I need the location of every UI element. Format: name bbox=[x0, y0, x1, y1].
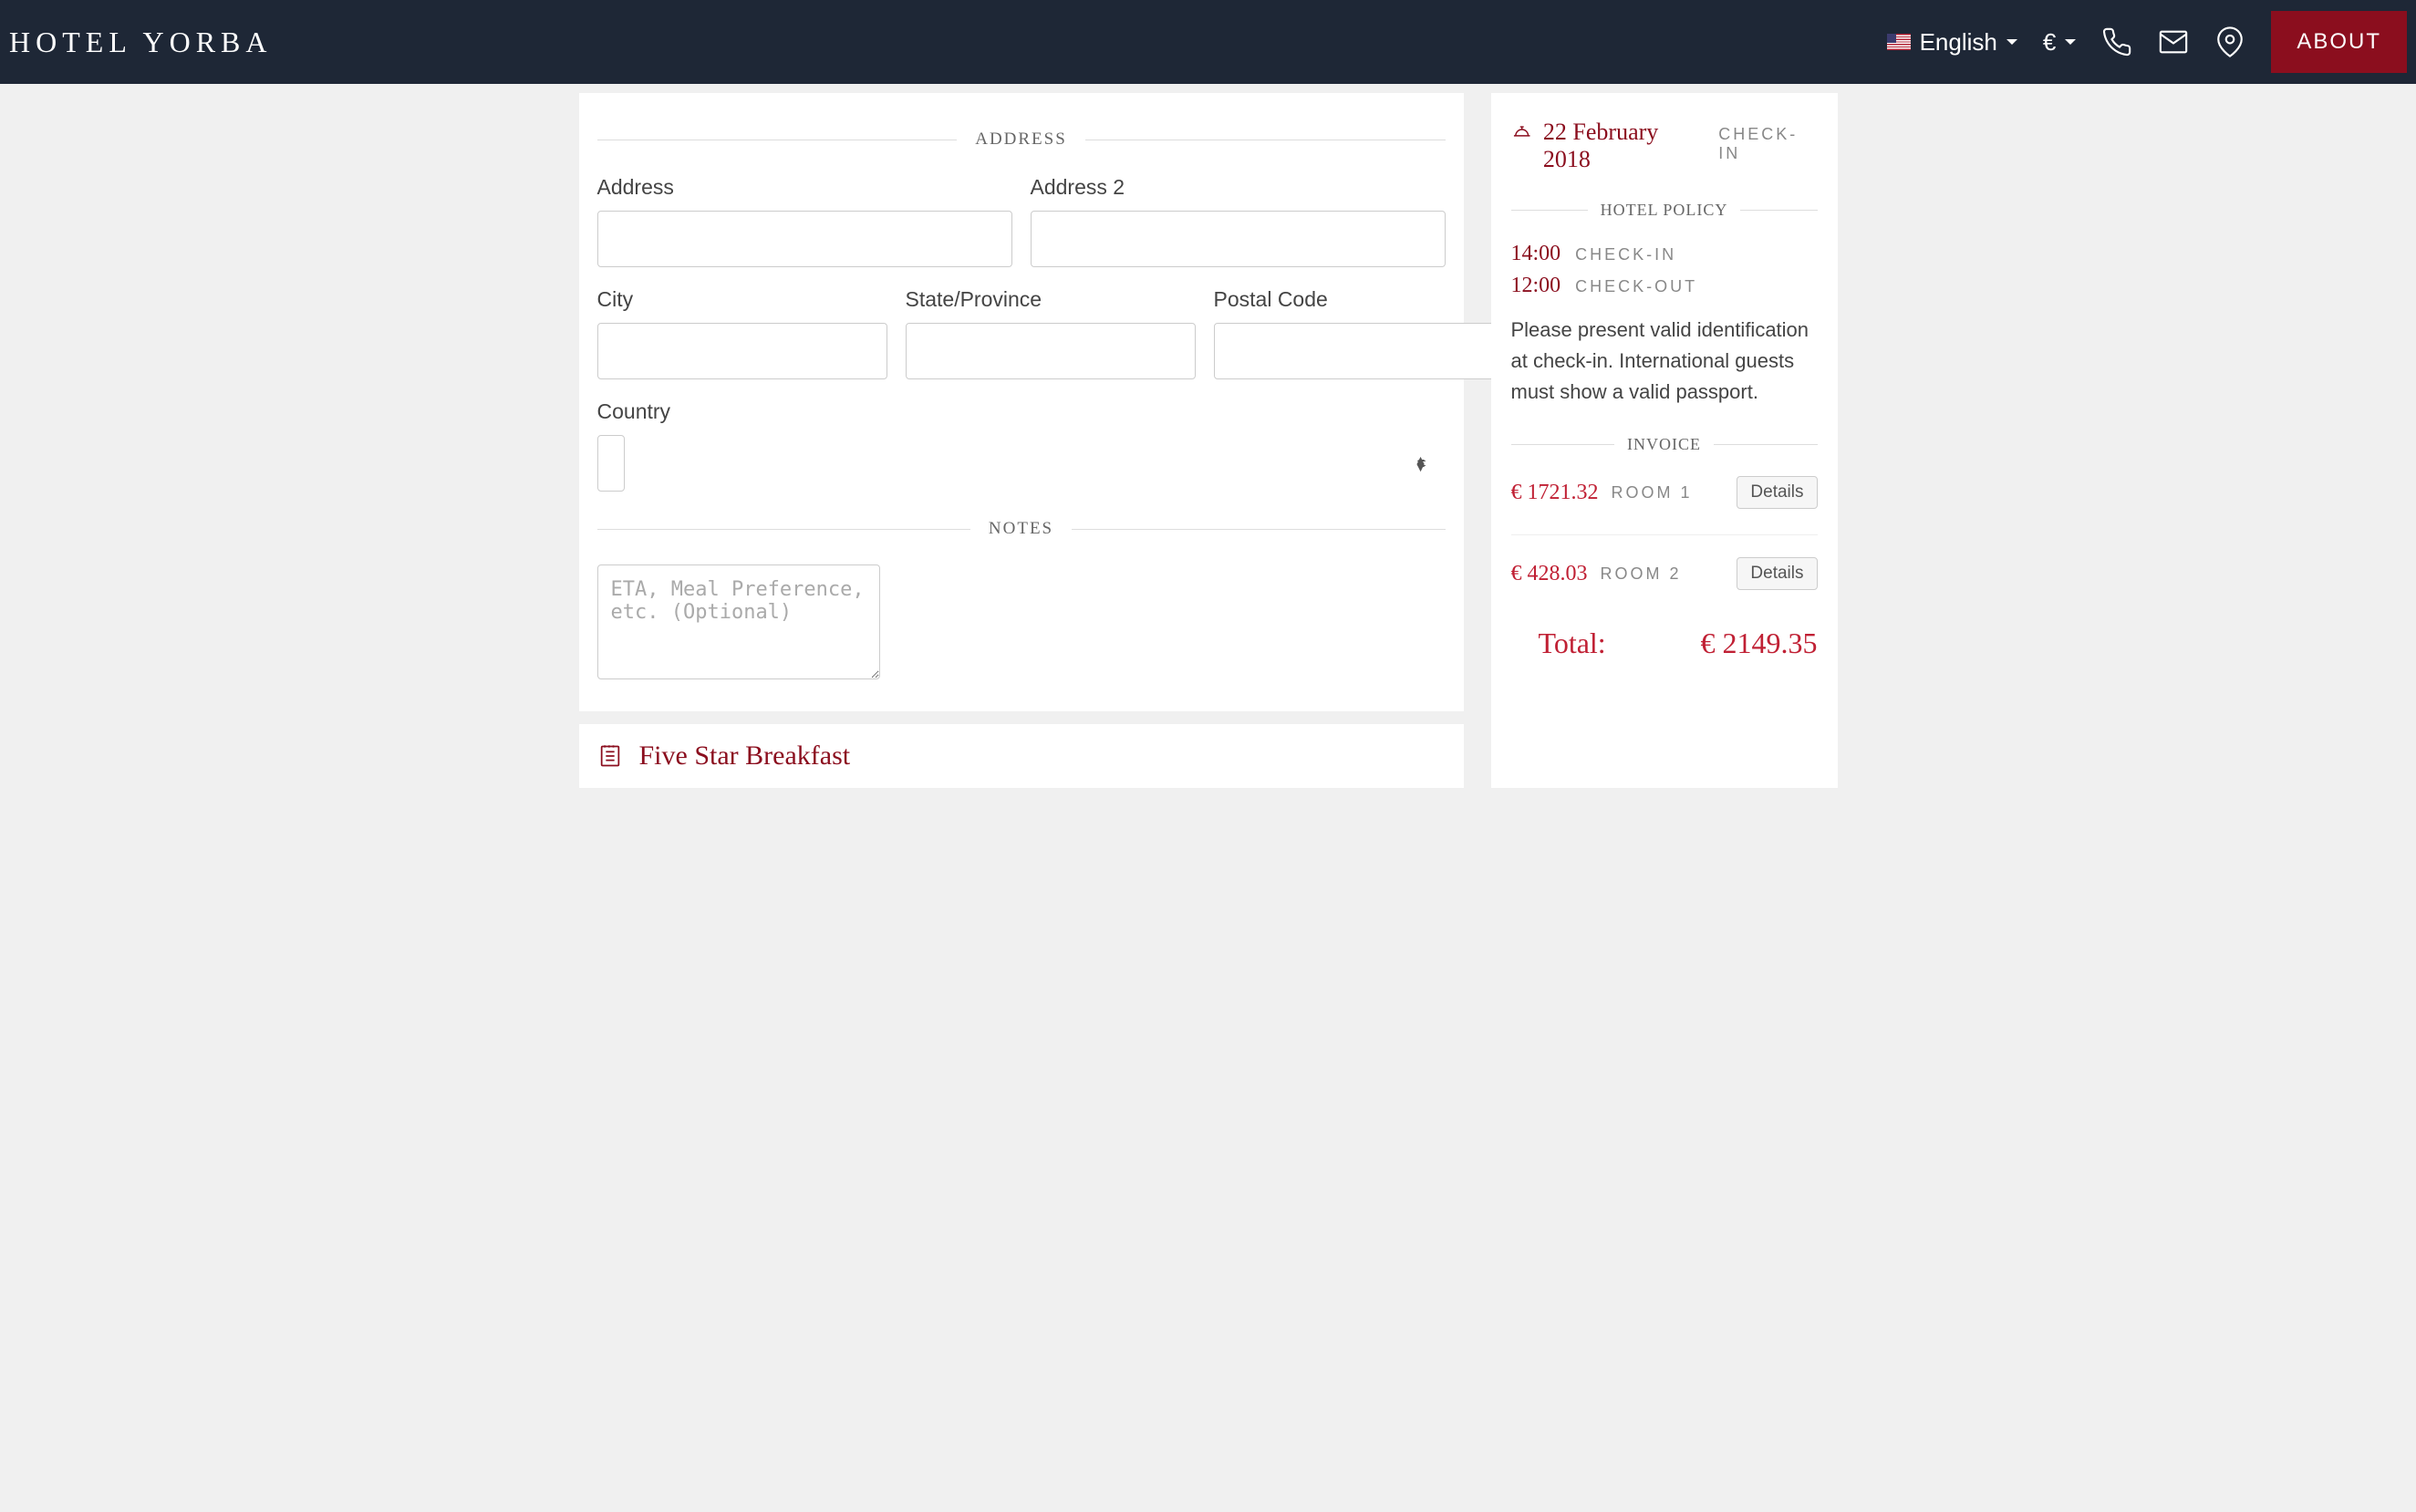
room-price: € 428.03 bbox=[1511, 562, 1588, 586]
total-label: Total: bbox=[1539, 627, 1606, 660]
state-label: State/Province bbox=[906, 287, 1196, 312]
address-input[interactable] bbox=[597, 211, 1012, 267]
postal-input[interactable] bbox=[1214, 323, 1504, 379]
state-input[interactable] bbox=[906, 323, 1196, 379]
language-dropdown[interactable]: English bbox=[1887, 28, 2017, 57]
city-label: City bbox=[597, 287, 887, 312]
details-button[interactable]: Details bbox=[1737, 476, 1817, 509]
address2-input[interactable] bbox=[1031, 211, 1446, 267]
mail-icon[interactable] bbox=[2158, 26, 2189, 57]
country-select[interactable] bbox=[597, 435, 625, 492]
total-value: € 2149.35 bbox=[1701, 627, 1818, 660]
notes-textarea[interactable] bbox=[597, 564, 880, 679]
address-label: Address bbox=[597, 175, 1012, 200]
about-button[interactable]: ABOUT bbox=[2271, 11, 2407, 73]
caret-down-icon bbox=[2006, 39, 2017, 45]
checkout-time: 12:00 bbox=[1511, 274, 1561, 298]
currency-label: € bbox=[2043, 28, 2056, 57]
phone-icon[interactable] bbox=[2101, 26, 2132, 57]
sidebar: 22 February 2018 CHECK-IN HOTEL POLICY 1… bbox=[1491, 93, 1838, 788]
policy-text: Please present valid identification at c… bbox=[1511, 315, 1818, 408]
breakfast-panel: Five Star Breakfast bbox=[579, 724, 1464, 788]
language-label: English bbox=[1920, 28, 1997, 57]
room-label: ROOM 1 bbox=[1612, 483, 1737, 502]
navbar: HOTEL YORBA English € ABOUT bbox=[0, 0, 2416, 84]
address-section-title: ADDRESS bbox=[975, 129, 1067, 150]
invoice-title: INVOICE bbox=[1627, 435, 1701, 454]
details-button[interactable]: Details bbox=[1737, 557, 1817, 590]
checkin-time-label: CHECK-IN bbox=[1575, 245, 1676, 264]
brand-logo[interactable]: HOTEL YORBA bbox=[9, 26, 273, 59]
notes-section-title: NOTES bbox=[989, 519, 1053, 539]
checkin-time: 14:00 bbox=[1511, 242, 1561, 266]
checkout-time-label: CHECK-OUT bbox=[1575, 277, 1697, 296]
country-label: Country bbox=[597, 399, 1446, 424]
address2-label: Address 2 bbox=[1031, 175, 1446, 200]
currency-dropdown[interactable]: € bbox=[2043, 28, 2076, 57]
room-price: € 1721.32 bbox=[1511, 481, 1599, 505]
postal-label: Postal Code bbox=[1214, 287, 1504, 312]
invoice-row: € 1721.32 ROOM 1 Details bbox=[1511, 476, 1818, 522]
checkin-date: 22 February 2018 bbox=[1543, 119, 1707, 173]
flag-icon bbox=[1887, 34, 1911, 50]
caret-down-icon bbox=[2065, 39, 2076, 45]
address-panel: ADDRESS Address Address 2 City State/Pro… bbox=[579, 93, 1464, 711]
checkin-date-label: CHECK-IN bbox=[1718, 125, 1817, 163]
pin-icon[interactable] bbox=[2214, 26, 2245, 57]
invoice-row: € 428.03 ROOM 2 Details bbox=[1511, 534, 1818, 603]
breakfast-title: Five Star Breakfast bbox=[639, 740, 851, 772]
policy-title: HOTEL POLICY bbox=[1601, 201, 1728, 220]
room-label: ROOM 2 bbox=[1601, 564, 1737, 584]
city-input[interactable] bbox=[597, 323, 887, 379]
bell-icon bbox=[1511, 121, 1532, 140]
notepad-icon bbox=[597, 743, 623, 769]
select-caret-icon: ▲▼ bbox=[1415, 456, 1427, 471]
nav-right: English € ABOUT bbox=[1887, 11, 2407, 73]
